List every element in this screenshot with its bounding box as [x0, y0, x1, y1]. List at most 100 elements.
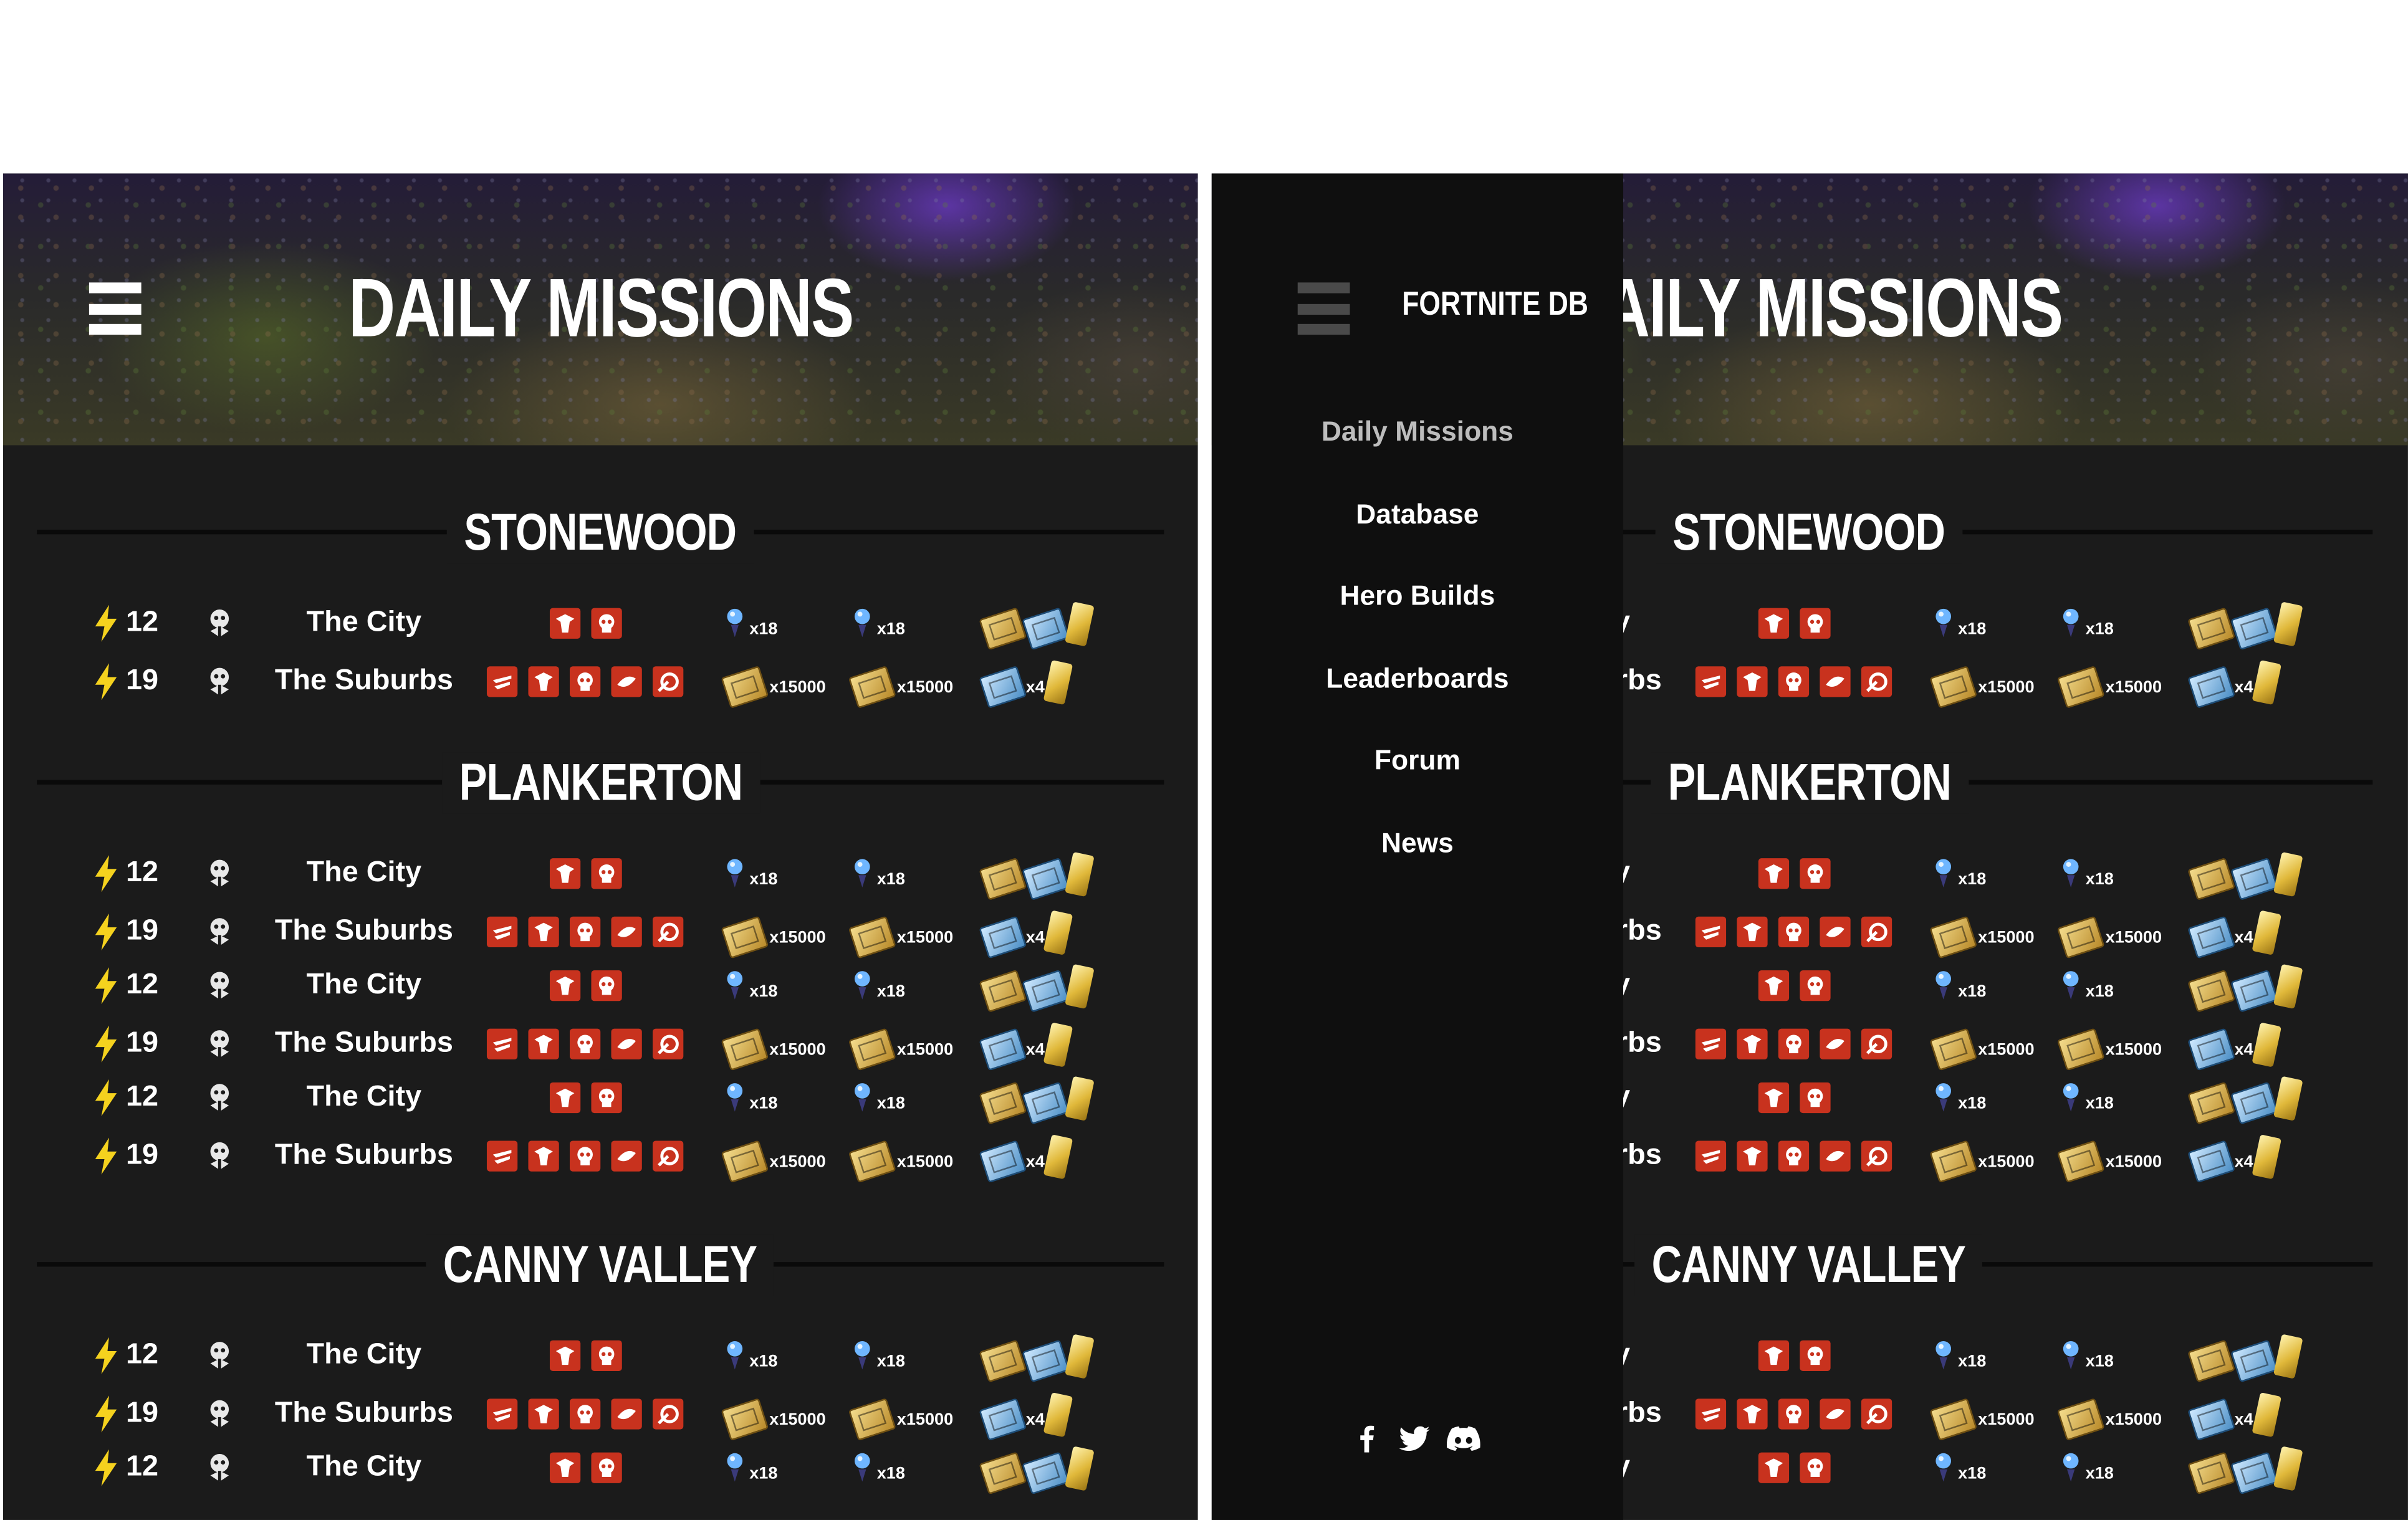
- reward-1[interactable]: x15000: [721, 1392, 845, 1441]
- nav-daily-missions[interactable]: Daily Missions: [1212, 416, 1623, 449]
- modifier-icon[interactable]: [1737, 1398, 1768, 1430]
- facebook-icon[interactable]: [1348, 1420, 1385, 1457]
- reward-1[interactable]: x18: [725, 964, 845, 1007]
- modifier-icon[interactable]: [486, 916, 518, 948]
- modifier-icon[interactable]: [1799, 1082, 1830, 1114]
- reward-3[interactable]: [979, 1446, 1121, 1495]
- modifier-icon[interactable]: [1778, 666, 1810, 697]
- modifier-icon[interactable]: [653, 1398, 684, 1430]
- modifier-icon[interactable]: [1737, 1028, 1768, 1059]
- reward-2[interactable]: x15000: [2056, 1392, 2190, 1441]
- reward-3[interactable]: [2187, 1446, 2330, 1495]
- modifier-icon[interactable]: [1757, 1082, 1788, 1114]
- modifier-icon[interactable]: [569, 666, 601, 697]
- reward-3[interactable]: x4: [2187, 1022, 2330, 1071]
- modifier-icon[interactable]: [1778, 1398, 1810, 1430]
- mission-row[interactable]: 19 The Suburbs x15000 x15000 x4: [3, 910, 1198, 959]
- modifier-icon[interactable]: [549, 608, 580, 639]
- modifier-icon[interactable]: [653, 1140, 684, 1172]
- modifier-icon[interactable]: [1820, 1398, 1851, 1430]
- modifier-icon[interactable]: [1799, 858, 1830, 889]
- reward-2[interactable]: x18: [2061, 602, 2190, 645]
- modifier-icon[interactable]: [1799, 608, 1830, 639]
- reward-2[interactable]: x15000: [2056, 1135, 2190, 1183]
- reward-1[interactable]: x18: [1934, 1334, 2053, 1377]
- menu-icon[interactable]: [1297, 282, 1350, 335]
- modifier-icon[interactable]: [1778, 1140, 1810, 1172]
- reward-2[interactable]: x18: [2061, 1446, 2190, 1489]
- reward-2[interactable]: x18: [852, 1334, 981, 1377]
- modifier-icon[interactable]: [1799, 970, 1830, 1001]
- modifier-icon[interactable]: [528, 916, 559, 948]
- modifier-icon[interactable]: [611, 666, 642, 697]
- mission-row[interactable]: 19 The Suburbs x15000 x15000 x4: [3, 1134, 1198, 1183]
- nav-hero-builds[interactable]: Hero Builds: [1212, 580, 1623, 613]
- modifier-icon[interactable]: [611, 1398, 642, 1430]
- nav-database[interactable]: Database: [1212, 499, 1623, 532]
- modifier-icon[interactable]: [569, 1028, 601, 1059]
- modifier-icon[interactable]: [528, 1028, 559, 1059]
- modifier-icon[interactable]: [528, 1140, 559, 1172]
- mission-row[interactable]: 12 The City x18 x18: [3, 851, 1198, 901]
- modifier-icon[interactable]: [1757, 1452, 1788, 1483]
- reward-3[interactable]: [979, 1334, 1121, 1383]
- reward-1[interactable]: x15000: [1929, 1023, 2053, 1071]
- modifier-icon[interactable]: [611, 1140, 642, 1172]
- nav-leaderboards[interactable]: Leaderboards: [1212, 663, 1623, 695]
- modifier-icon[interactable]: [1861, 1398, 1892, 1430]
- reward-2[interactable]: x18: [852, 602, 981, 645]
- modifier-icon[interactable]: [1820, 1028, 1851, 1059]
- modifier-icon[interactable]: [1820, 1140, 1851, 1172]
- reward-2[interactable]: x18: [2061, 1076, 2190, 1119]
- modifier-icon[interactable]: [1778, 916, 1810, 948]
- modifier-icon[interactable]: [1737, 666, 1768, 697]
- modifier-icon[interactable]: [611, 916, 642, 948]
- modifier-icon[interactable]: [1695, 916, 1727, 948]
- reward-1[interactable]: x15000: [721, 1135, 845, 1183]
- mission-row[interactable]: 19 The Suburbs x15000 x15000 x4: [3, 659, 1198, 709]
- modifier-icon[interactable]: [486, 1028, 518, 1059]
- modifier-icon[interactable]: [486, 1140, 518, 1172]
- reward-3[interactable]: [2187, 601, 2330, 651]
- modifier-icon[interactable]: [569, 916, 601, 948]
- reward-3[interactable]: x4: [2187, 659, 2330, 709]
- modifier-icon[interactable]: [1737, 1140, 1768, 1172]
- reward-2[interactable]: x15000: [2056, 1023, 2190, 1071]
- reward-1[interactable]: x15000: [1929, 911, 2053, 959]
- modifier-icon[interactable]: [569, 1140, 601, 1172]
- modifier-icon[interactable]: [590, 1340, 621, 1371]
- reward-1[interactable]: x18: [725, 852, 845, 895]
- reward-3[interactable]: [2187, 1076, 2330, 1125]
- reward-1[interactable]: x15000: [1929, 660, 2053, 709]
- reward-2[interactable]: x18: [2061, 852, 2190, 895]
- reward-3[interactable]: x4: [979, 1392, 1121, 1441]
- reward-1[interactable]: x15000: [721, 660, 845, 709]
- reward-2[interactable]: x18: [2061, 1334, 2190, 1377]
- reward-2[interactable]: x15000: [848, 1023, 981, 1071]
- mission-row[interactable]: 19 The Suburbs x15000 x15000 x4: [3, 1392, 1198, 1441]
- modifier-icon[interactable]: [1861, 666, 1892, 697]
- nav-news[interactable]: News: [1212, 828, 1623, 860]
- mission-row[interactable]: 12 The City x18 x18: [3, 1076, 1198, 1125]
- modifier-icon[interactable]: [1695, 1398, 1727, 1430]
- modifier-icon[interactable]: [590, 1452, 621, 1483]
- reward-1[interactable]: x18: [1934, 852, 2053, 895]
- modifier-icon[interactable]: [1695, 666, 1727, 697]
- modifier-icon[interactable]: [569, 1398, 601, 1430]
- modifier-icon[interactable]: [1695, 1140, 1727, 1172]
- reward-2[interactable]: x18: [852, 1446, 981, 1489]
- mission-row[interactable]: 12 The City x18 x18: [3, 1446, 1198, 1495]
- reward-1[interactable]: x18: [725, 1076, 845, 1119]
- modifier-icon[interactable]: [1757, 858, 1788, 889]
- reward-1[interactable]: x18: [1934, 964, 2053, 1007]
- modifier-icon[interactable]: [1695, 1028, 1727, 1059]
- modifier-icon[interactable]: [1861, 1028, 1892, 1059]
- reward-2[interactable]: x15000: [2056, 911, 2190, 959]
- reward-3[interactable]: [979, 851, 1121, 901]
- reward-2[interactable]: x15000: [2056, 660, 2190, 709]
- reward-3[interactable]: [979, 963, 1121, 1013]
- reward-3[interactable]: [2187, 1334, 2330, 1383]
- mission-row[interactable]: 12 The City x18 x18: [3, 1334, 1198, 1383]
- modifier-icon[interactable]: [1737, 916, 1768, 948]
- reward-2[interactable]: x18: [852, 852, 981, 895]
